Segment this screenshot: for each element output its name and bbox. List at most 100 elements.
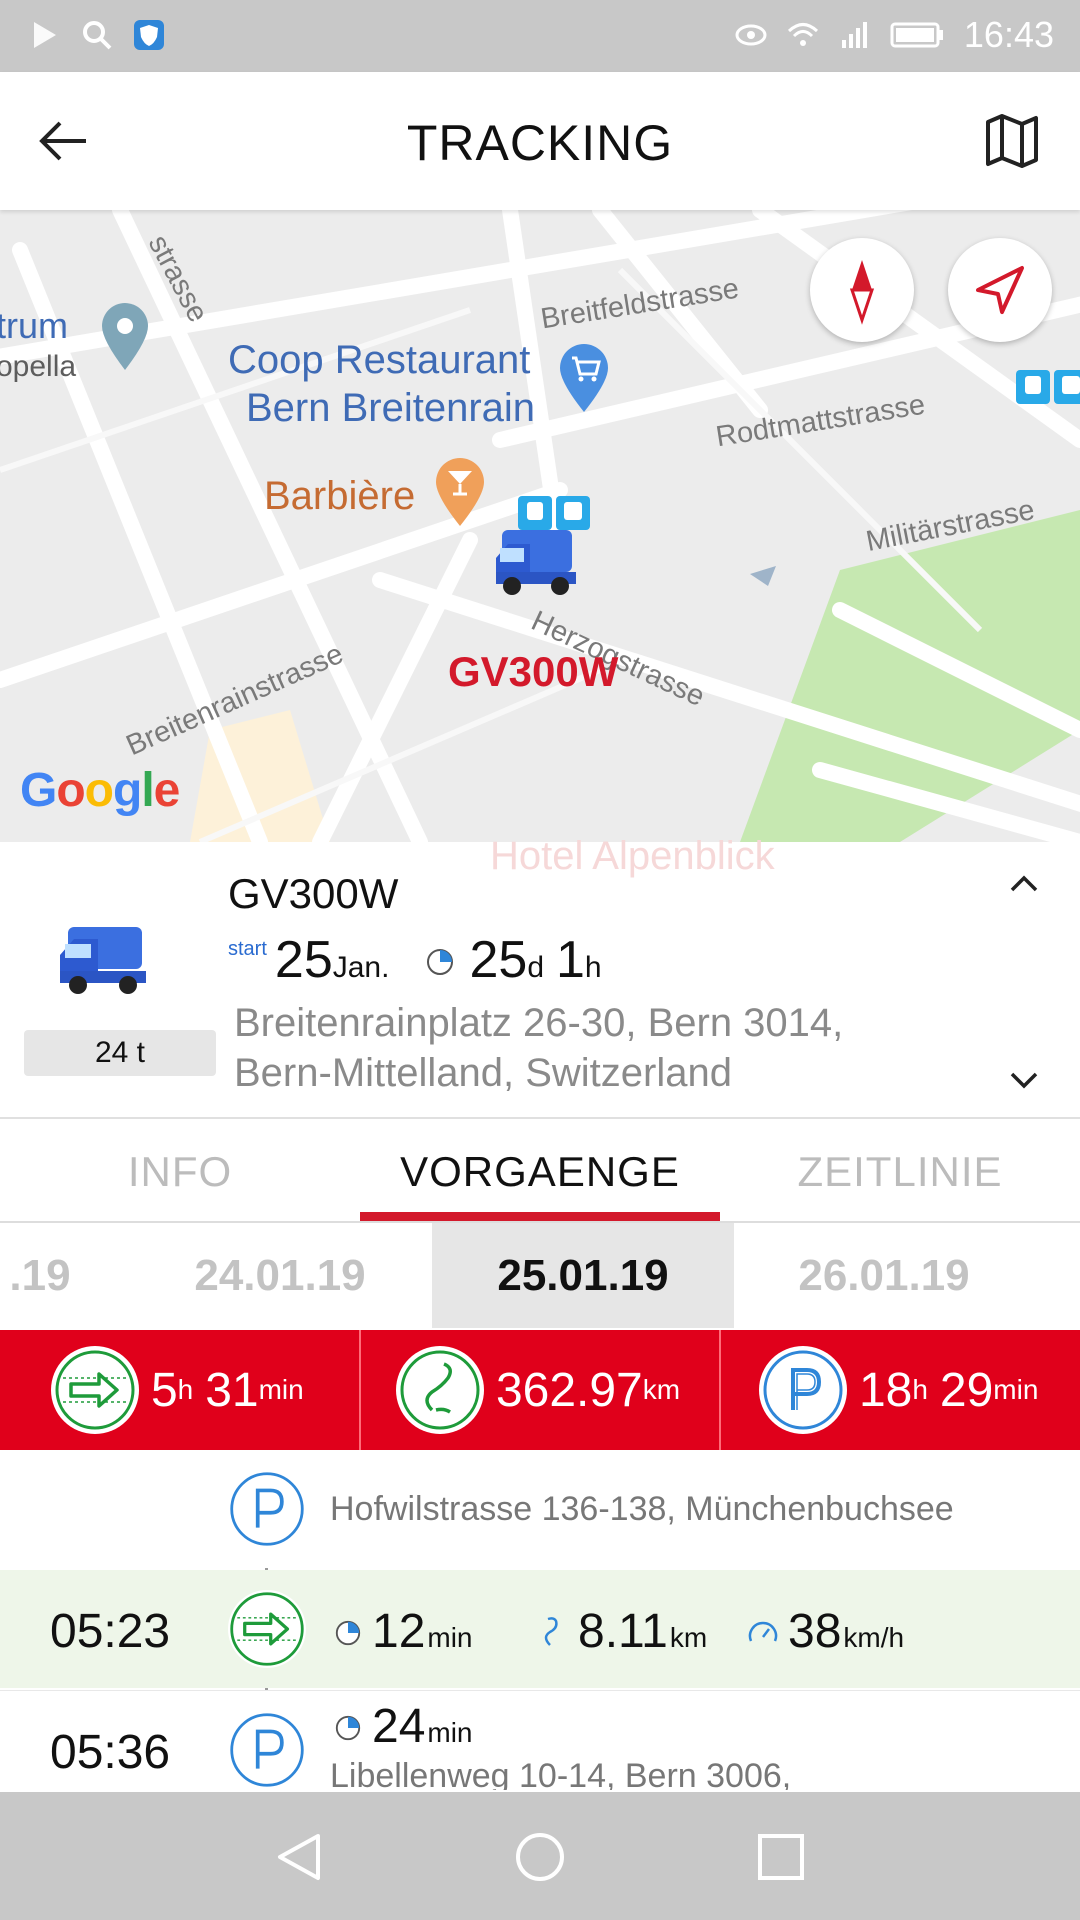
status-bar: 16:43 xyxy=(0,0,1080,72)
park-minutes-unit: min xyxy=(993,1374,1039,1405)
duration-hours: 1 xyxy=(556,931,585,989)
drive-hours: 5 xyxy=(150,1363,178,1417)
date-selector: .19 24.01.19 25.01.19 26.01.19 xyxy=(0,1223,1080,1328)
poi-label: Barbière xyxy=(264,474,416,518)
vehicle-address: Breitenrainplatz 26-30, Bern 3014, Bern-… xyxy=(234,998,843,1098)
drive-speed-unit: km/h xyxy=(843,1622,905,1653)
status-time: 16:43 xyxy=(963,14,1054,55)
drive-duration: 12 min xyxy=(334,1604,473,1659)
start-day: 25 xyxy=(274,931,333,989)
battery-icon xyxy=(890,22,943,48)
drive-distance-value: 8.11 xyxy=(578,1605,668,1658)
drive-speed: 38 km/h xyxy=(748,1604,904,1659)
park-duration-unit: min xyxy=(427,1717,473,1748)
vehicle-marker-icon[interactable] xyxy=(490,522,586,598)
drive-start-time: 05:23 xyxy=(50,1605,171,1658)
drive-duration-value: 12 xyxy=(372,1605,426,1658)
drive-minutes: 31 xyxy=(205,1363,259,1417)
timeline-list[interactable]: Hofwilstrasse 136-138, Münchenbuchsee 05… xyxy=(0,1450,1080,1790)
duration-days-unit: d xyxy=(527,951,544,984)
tab-zeitlinie[interactable]: ZEITLINIE xyxy=(720,1119,1080,1221)
compass-icon xyxy=(849,260,875,325)
tab-vorgaenge[interactable]: VORGAENGE xyxy=(360,1119,720,1221)
map-view[interactable]: strasse Breitfeldstrasse Rodtmattstrasse… xyxy=(0,210,1080,842)
nav-recents-icon[interactable] xyxy=(754,1830,808,1884)
play-store-icon xyxy=(34,22,56,48)
drive-hours-unit: h xyxy=(177,1374,194,1405)
chevron-down-icon[interactable] xyxy=(1008,1070,1040,1092)
truck-icon xyxy=(60,927,146,994)
park-icon-wrap xyxy=(758,1346,847,1434)
drive-distance: 8.11 km xyxy=(540,1604,707,1659)
park-hours: 18 xyxy=(858,1363,913,1417)
drive-duration-unit: min xyxy=(427,1622,473,1653)
duration-hours-unit: h xyxy=(584,951,602,984)
direction-arrow-icon xyxy=(750,566,776,586)
duration-clock-icon xyxy=(427,949,454,975)
route-icon xyxy=(400,1350,480,1430)
system-nav-bar xyxy=(0,1792,1080,1920)
drive-distance-unit: km xyxy=(669,1622,708,1653)
parking-icon-wrap xyxy=(228,1711,306,1789)
poi-label: Bern Breitenrain xyxy=(246,386,536,430)
drive-icon-wrap xyxy=(228,1590,306,1668)
compass-button[interactable] xyxy=(810,238,914,342)
nav-home-icon[interactable] xyxy=(513,1830,567,1884)
park-start-time: 05:36 xyxy=(50,1726,171,1779)
vehicle-info-panel: Hotel Alpenblick 24 t GV300W start 25 Ja… xyxy=(0,834,1080,1119)
route-icon xyxy=(544,1617,558,1646)
shield-icon xyxy=(134,20,164,50)
start-label: start xyxy=(228,938,267,960)
park-duration: 24 min xyxy=(334,1699,473,1754)
duration-days: 25 xyxy=(469,931,528,989)
parking-icon xyxy=(763,1350,843,1430)
distance-summary: 362.97 km xyxy=(361,1330,722,1450)
drive-icon xyxy=(230,1592,304,1666)
weight-badge: 24 t xyxy=(24,1030,216,1076)
navigation-arrow-icon xyxy=(976,266,1024,314)
drive-icon xyxy=(55,1350,135,1430)
park-duration-value: 24 xyxy=(372,1700,426,1753)
park-minutes: 29 xyxy=(939,1363,994,1417)
park-time-summary: 18 h 29 min xyxy=(721,1330,1080,1450)
transit-stop-icon xyxy=(1016,370,1080,404)
distance-value: 362.97 xyxy=(495,1363,643,1417)
duration-clock-icon xyxy=(335,1715,361,1741)
duration-clock-icon xyxy=(335,1620,361,1646)
place-pin-icon[interactable] xyxy=(96,300,154,372)
chevron-up-icon[interactable] xyxy=(1008,872,1040,894)
day-summary-bar: 5 h 31 min 362.97 km 18 h 29 min xyxy=(0,1330,1080,1450)
date-item-selected[interactable]: 25.01.19 xyxy=(432,1223,734,1328)
shopping-cart-icon[interactable] xyxy=(554,340,614,414)
distance-unit: km xyxy=(642,1374,681,1405)
address-line: Breitenrainplatz 26-30, Bern 3014, xyxy=(234,1001,844,1045)
my-location-button[interactable] xyxy=(948,238,1052,342)
date-item[interactable]: .19 xyxy=(0,1223,100,1328)
nav-back-icon[interactable] xyxy=(272,1830,326,1884)
poi-label: Coop Restaurant xyxy=(228,338,531,382)
drive-time-summary: 5 h 31 min xyxy=(0,1330,361,1450)
tab-bar: INFO VORGAENGE ZEITLINIE xyxy=(0,1119,1080,1223)
google-logo: Google xyxy=(20,764,180,817)
search-icon xyxy=(83,21,112,50)
tab-info[interactable]: INFO xyxy=(0,1119,360,1221)
drive-icon-wrap xyxy=(50,1346,139,1434)
drive-speed-value: 38 xyxy=(788,1605,842,1658)
timeline-row-park[interactable]: Hofwilstrasse 136-138, Münchenbuchsee xyxy=(0,1450,1080,1568)
park-address: Libellenweg 10-14, Bern 3006, xyxy=(330,1757,792,1790)
bar-icon[interactable] xyxy=(430,454,490,528)
timeline-row-drive[interactable]: 05:23 12 min 8.11 km 38 km/h xyxy=(0,1570,1080,1688)
map-icon[interactable] xyxy=(984,112,1040,168)
parking-icon xyxy=(230,1472,304,1546)
date-item[interactable]: 24.01.19 xyxy=(130,1223,430,1328)
page-title: TRACKING xyxy=(406,115,674,171)
start-month: Jan. xyxy=(332,951,390,984)
poi-label: opella xyxy=(0,350,77,383)
signal-icon xyxy=(841,22,867,48)
app-bar: TRACKING xyxy=(0,72,1080,210)
wifi-icon xyxy=(787,23,818,46)
eye-icon xyxy=(735,24,767,46)
timeline-row-park[interactable]: 05:36 24 min Libellenweg 10-14, Bern 300… xyxy=(0,1690,1080,1790)
date-item[interactable]: 26.01.19 xyxy=(734,1223,1034,1328)
vehicle-start-row: start 25 Jan. 25 d 1 h xyxy=(228,930,608,990)
